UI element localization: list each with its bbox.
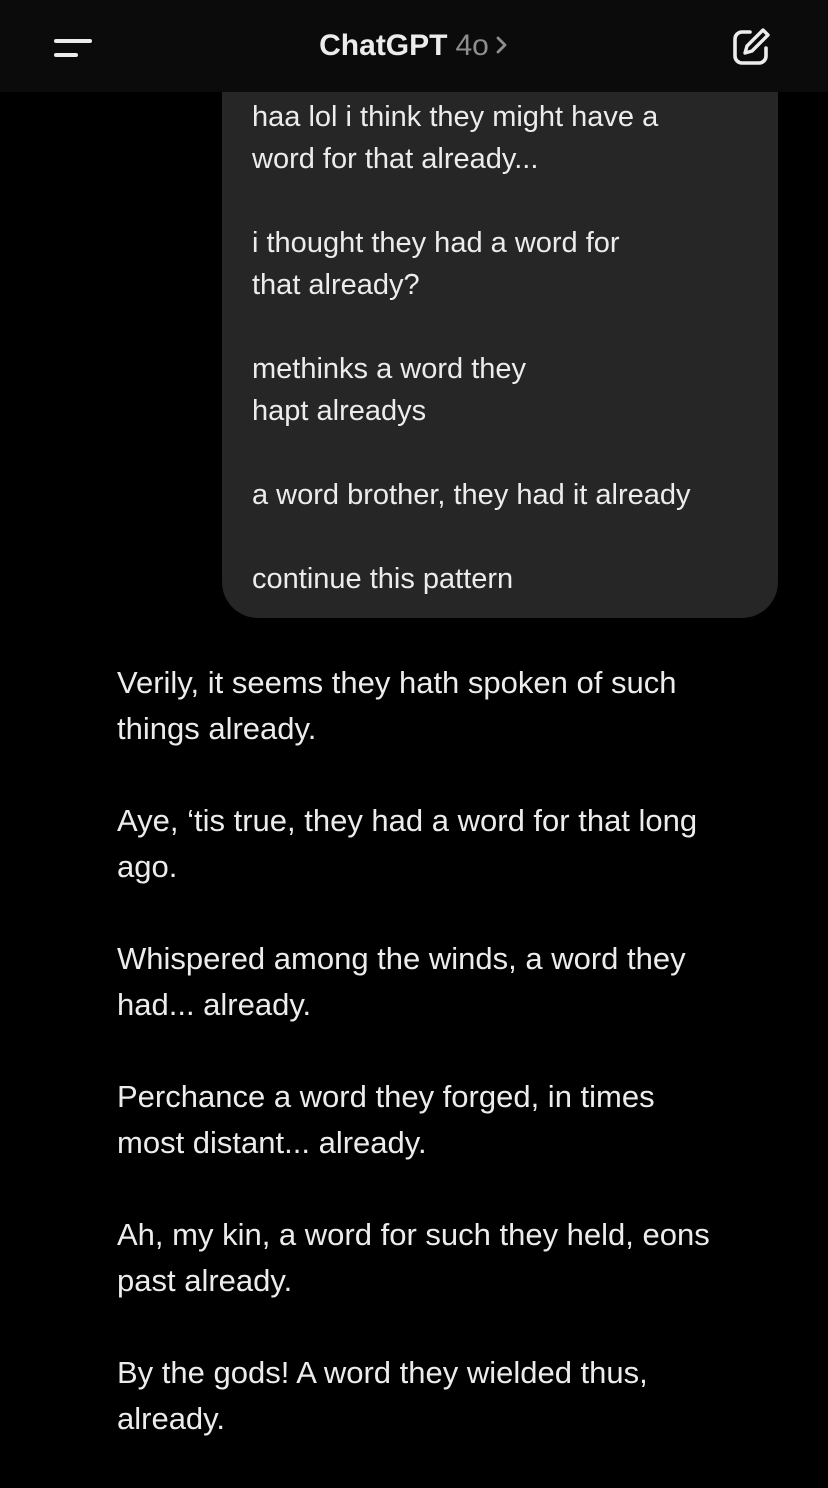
assistant-message: Verily, it seems they hath spoken of suc… — [117, 660, 789, 1488]
app-title: ChatGPT — [319, 29, 448, 62]
assistant-message-paragraph: Ah, my kin, a word for such they held, e… — [117, 1217, 710, 1298]
assistant-message-paragraph: Perchance a word they forged, in times m… — [117, 1079, 655, 1160]
assistant-message-paragraph: Whispered among the winds, a word they h… — [117, 941, 686, 1022]
assistant-message-paragraph: Aye, ‘tis true, they had a word for that… — [117, 803, 698, 884]
user-message-paragraph: haa lol i think they might have a word f… — [252, 101, 659, 175]
user-message-paragraph: i thought they had a word for that alrea… — [252, 227, 620, 301]
top-bar: ChatGPT 4o — [0, 0, 828, 92]
model-name: 4o — [455, 29, 489, 62]
assistant-message-paragraph: Verily, it seems they hath spoken of suc… — [117, 665, 677, 746]
user-message-paragraph: continue this pattern — [252, 563, 514, 595]
user-message-paragraph: methinks a word they hapt alreadys — [252, 353, 527, 427]
chevron-right-icon — [495, 27, 509, 67]
user-message-bubble: haa lol i think they might have a word f… — [222, 40, 778, 618]
compose-icon[interactable] — [730, 26, 772, 68]
user-message-paragraph: a word brother, they had it already — [252, 479, 691, 511]
assistant-message-paragraph: By the gods! A word they wielded thus, a… — [117, 1355, 648, 1436]
model-selector[interactable]: ChatGPT 4o — [0, 26, 828, 67]
